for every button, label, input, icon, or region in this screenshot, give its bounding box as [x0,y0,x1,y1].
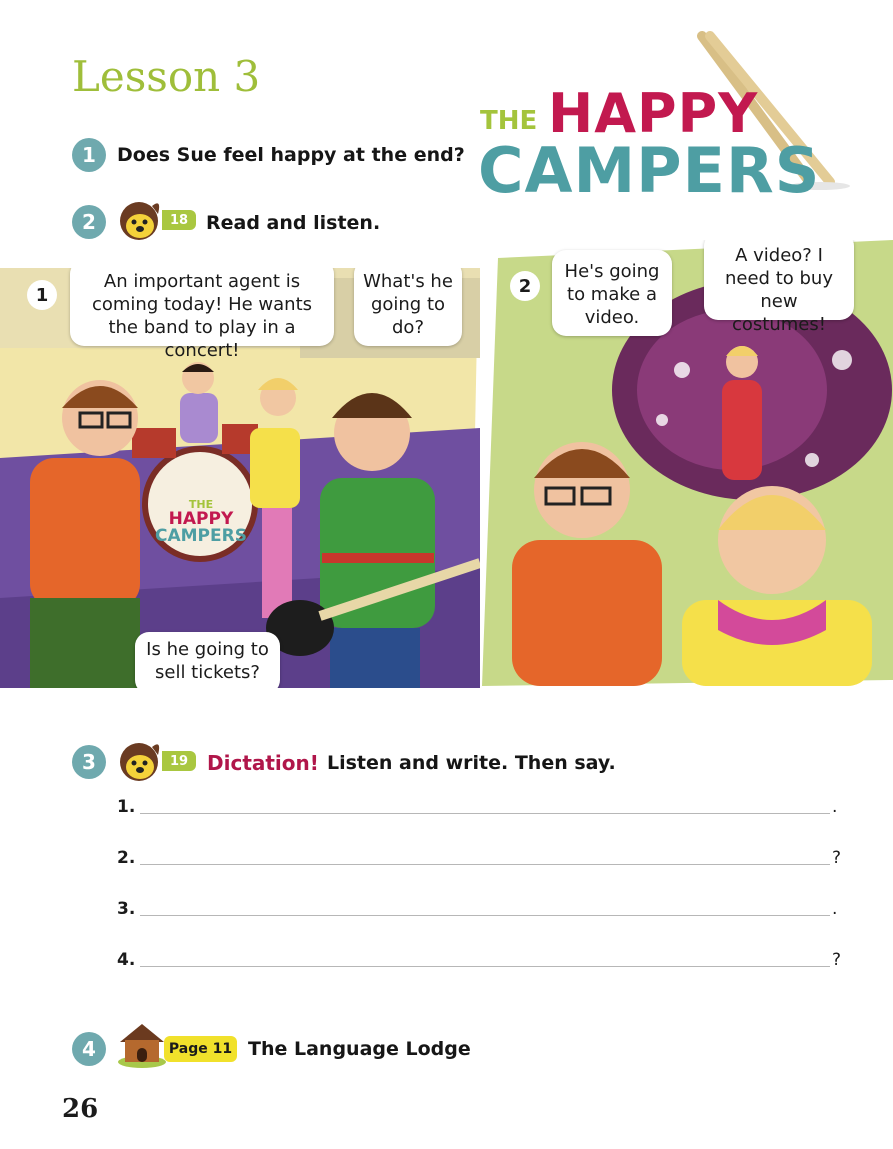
comic-panel-1: THE HAPPY CAMPERS 1 An important agent i… [0,268,480,688]
item-number-3: 3 [72,745,106,779]
speech-bubble-what: What's he going to do? [354,268,462,346]
dictation-label: Dictation! [207,751,319,775]
listen-dog-icon[interactable] [116,737,162,783]
audio-track-18[interactable]: 18 [162,210,196,230]
comic-panel-2: 2 He's going to make a video. A video? I… [482,240,893,686]
logo-campers: CAMPERS [478,134,821,207]
write-line-4[interactable] [140,966,830,967]
line-3-label: 3. [117,899,136,919]
line-2-end: ? [832,848,842,868]
write-line-3[interactable] [140,915,830,916]
line-1-label: 1. [117,797,136,817]
lodge-house-icon [118,1024,166,1068]
page-11-badge[interactable]: Page 11 [164,1036,237,1062]
question-3-text: Listen and write. Then say. [327,752,616,774]
write-line-2[interactable] [140,864,830,865]
lesson-title: Lesson 3 [72,52,261,101]
line-1-end: . [832,797,838,817]
listen-dog-icon[interactable] [116,196,162,242]
page-number: 26 [62,1094,99,1124]
item-number-2: 2 [72,205,106,239]
drum-logo: THE HAPPY CAMPERS [155,498,247,545]
speech-bubble-agent: An important agent is coming today! He w… [70,268,334,361]
item-number-1: 1 [72,138,106,172]
speech-bubble-costumes: A video? I need to buy new costumes! [704,240,854,335]
write-line-1[interactable] [140,813,830,814]
item-number-4: 4 [72,1032,106,1066]
panel-number-1: 1 [27,280,57,310]
line-3-end: . [832,899,838,919]
panel-number-2: 2 [510,271,540,301]
line-2-label: 2. [117,848,136,868]
language-lodge-text: The Language Lodge [248,1038,471,1060]
logo-the: THE [480,106,538,136]
question-1-text: Does Sue feel happy at the end? [117,144,465,166]
speech-bubble-tickets: Is he going to sell tickets? [135,632,280,688]
line-4-end: ? [832,950,842,970]
speech-bubble-video: He's going to make a video. [552,250,672,336]
happy-campers-logo: THE HAPPY CAMPERS [470,30,860,220]
drum-logo-campers: CAMPERS [155,526,247,546]
audio-track-19[interactable]: 19 [162,751,196,771]
line-4-label: 4. [117,950,136,970]
question-2-text: Read and listen. [206,212,381,234]
